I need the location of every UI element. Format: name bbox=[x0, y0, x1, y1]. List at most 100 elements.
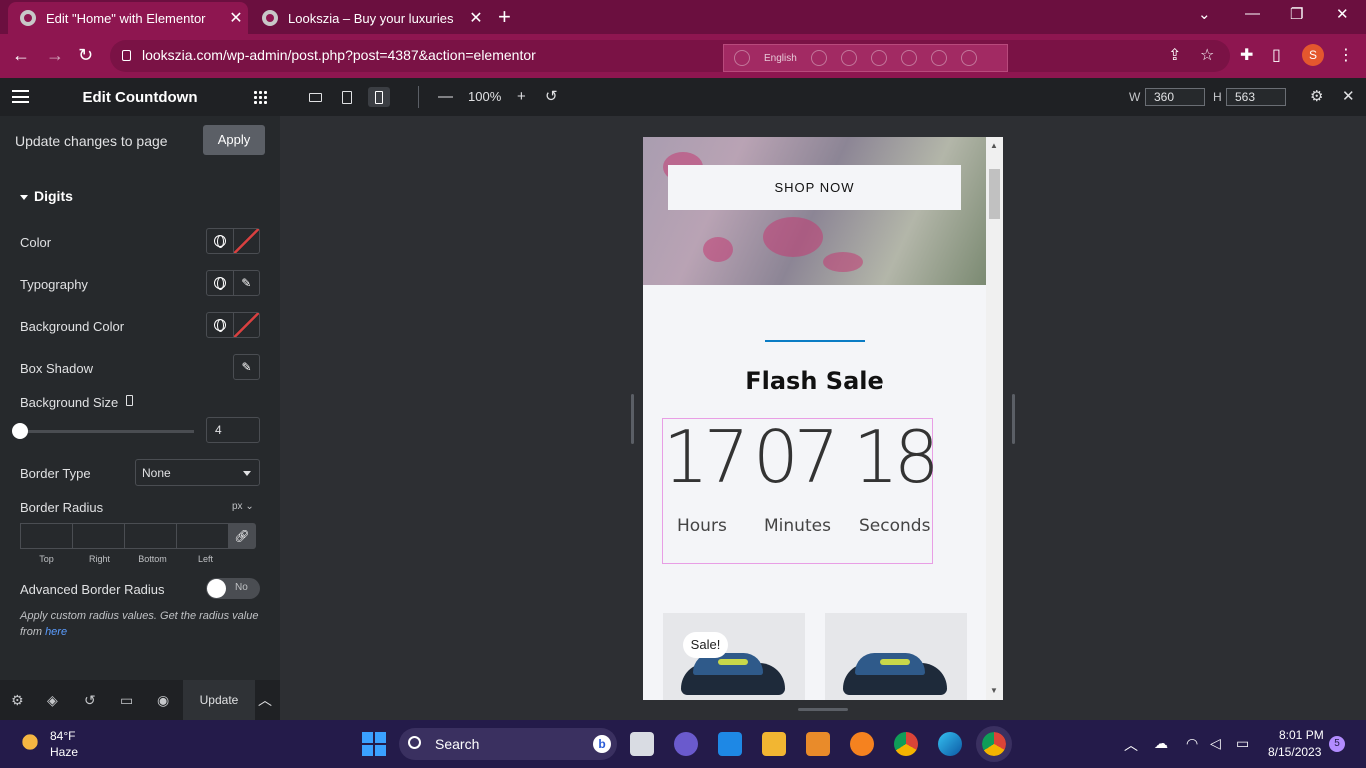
background-size-slider-track[interactable] bbox=[20, 430, 194, 433]
product-card[interactable] bbox=[825, 613, 967, 700]
bottom-resize-handle[interactable] bbox=[798, 708, 848, 711]
tab-edit-home[interactable]: Edit "Home" with Elementor ✕ bbox=[8, 2, 248, 34]
preview-scrollbar-track[interactable] bbox=[986, 137, 1003, 700]
right-resize-handle[interactable] bbox=[1012, 394, 1015, 444]
info-icon[interactable] bbox=[960, 50, 977, 66]
task-view-icon[interactable] bbox=[630, 732, 654, 756]
restore-icon[interactable]: ❐ bbox=[1290, 5, 1303, 23]
reset-zoom-icon[interactable]: ↺ bbox=[545, 88, 558, 106]
settings-gear-icon[interactable]: ⚙ bbox=[11, 692, 24, 708]
bookmark-star-icon[interactable]: ☆ bbox=[1200, 45, 1214, 65]
responsive-mobile-icon[interactable] bbox=[126, 395, 133, 406]
preview-scrollbar-thumb[interactable] bbox=[989, 169, 1000, 219]
language-label[interactable]: English bbox=[764, 53, 797, 64]
teams-meet-icon[interactable] bbox=[674, 732, 698, 756]
scroll-down-icon[interactable]: ▼ bbox=[990, 686, 998, 695]
xampp-icon[interactable] bbox=[850, 732, 874, 756]
product-card[interactable]: Sale! bbox=[663, 613, 805, 700]
background-size-input[interactable]: 4 bbox=[206, 417, 260, 443]
share-icon[interactable]: ⇪ bbox=[1168, 45, 1181, 65]
toolbar-tool-icon[interactable] bbox=[810, 50, 827, 66]
shop-now-button[interactable]: SHOP NOW bbox=[668, 165, 961, 210]
section-digits[interactable]: Digits bbox=[20, 188, 73, 204]
background-size-slider-handle[interactable] bbox=[12, 423, 28, 439]
tab-lookszia[interactable]: Lookszia – Buy your luxuries ✕ bbox=[250, 2, 488, 34]
show-hidden-icons-chevron[interactable]: ︿ bbox=[1124, 735, 1138, 755]
toolbar-tool-icon[interactable] bbox=[840, 50, 857, 66]
windows-start-icon[interactable] bbox=[362, 732, 386, 756]
left-resize-handle[interactable] bbox=[631, 394, 634, 444]
tab-search-chevron-icon[interactable]: ⌄ bbox=[1198, 5, 1211, 23]
extensions-puzzle-icon[interactable]: ✚ bbox=[1240, 45, 1253, 65]
radius-left-input[interactable] bbox=[176, 523, 229, 549]
minimize-icon[interactable]: — bbox=[1245, 5, 1260, 22]
back-icon[interactable]: ← bbox=[12, 44, 30, 66]
taskbar-search[interactable]: Search b bbox=[399, 728, 617, 760]
profile-avatar[interactable]: S bbox=[1302, 44, 1324, 66]
edit-typography-button[interactable]: ✎ bbox=[234, 271, 260, 295]
global-colors-button[interactable] bbox=[207, 313, 234, 337]
advanced-border-radius-toggle[interactable]: No bbox=[206, 578, 260, 599]
battery-icon[interactable]: ▭ bbox=[1236, 735, 1249, 752]
global-typography-button[interactable] bbox=[207, 271, 234, 295]
close-icon[interactable]: ✕ bbox=[1342, 88, 1355, 106]
desktop-device-button[interactable] bbox=[304, 87, 326, 107]
edge-icon[interactable] bbox=[938, 732, 962, 756]
unit-select[interactable]: px ⌄ bbox=[232, 501, 254, 512]
bing-icon[interactable]: b bbox=[593, 735, 611, 753]
chrome-profile-icon[interactable] bbox=[976, 726, 1012, 762]
vscode-icon[interactable] bbox=[718, 732, 742, 756]
notification-badge[interactable]: 5 bbox=[1329, 736, 1345, 752]
weather-description[interactable]: Haze bbox=[50, 745, 78, 759]
close-tab-icon[interactable]: ✕ bbox=[464, 8, 488, 28]
close-window-icon[interactable]: ✕ bbox=[1336, 5, 1349, 23]
chevron-up-icon[interactable]: ︿ bbox=[258, 690, 272, 710]
radius-right-input[interactable] bbox=[72, 523, 125, 549]
url-omnibox[interactable]: lookszia.com/wp-admin/post.php?post=4387… bbox=[110, 40, 1230, 72]
preview-eye-icon[interactable]: ◉ bbox=[157, 692, 169, 708]
countdown-widget[interactable]: 17 07 18 Hours Minutes Seconds bbox=[662, 418, 940, 564]
history-icon[interactable]: ↺ bbox=[84, 692, 96, 708]
settings-gear-icon[interactable] bbox=[870, 50, 887, 66]
widgets-grid-icon[interactable] bbox=[253, 90, 267, 104]
border-type-select[interactable]: None bbox=[135, 459, 260, 486]
update-button[interactable]: Update bbox=[183, 680, 255, 720]
scroll-up-icon[interactable]: ▲ bbox=[990, 141, 998, 150]
forward-icon[interactable]: → bbox=[46, 44, 64, 66]
mobile-device-button[interactable] bbox=[368, 87, 390, 107]
sublime-text-icon[interactable] bbox=[806, 732, 830, 756]
tablet-device-button[interactable] bbox=[336, 87, 358, 107]
chrome-icon[interactable] bbox=[894, 732, 918, 756]
reload-icon[interactable]: ↻ bbox=[78, 44, 93, 66]
weather-sun-icon[interactable] bbox=[18, 730, 42, 754]
help-link[interactable]: here bbox=[45, 626, 67, 638]
language-logo-icon[interactable] bbox=[734, 50, 750, 66]
side-panel-icon[interactable]: ▯ bbox=[1272, 45, 1281, 65]
global-colors-button[interactable] bbox=[207, 229, 234, 253]
file-explorer-icon[interactable] bbox=[762, 732, 786, 756]
height-input[interactable]: 563 bbox=[1226, 88, 1286, 106]
zoom-out-icon[interactable]: — bbox=[438, 88, 453, 106]
responsive-mode-icon[interactable]: ▭ bbox=[120, 692, 133, 708]
background-color-swatch[interactable] bbox=[233, 313, 259, 337]
close-tab-icon[interactable]: ✕ bbox=[224, 8, 248, 28]
chrome-menu-icon[interactable]: ⋮ bbox=[1338, 45, 1354, 65]
color-picker-swatch[interactable] bbox=[233, 229, 259, 253]
weather-temperature[interactable]: 84°F bbox=[50, 729, 75, 743]
new-tab-icon[interactable]: + bbox=[498, 5, 511, 29]
radius-bottom-input[interactable] bbox=[124, 523, 177, 549]
apply-button[interactable]: Apply bbox=[203, 125, 265, 155]
volume-icon[interactable]: ◁ bbox=[1210, 735, 1221, 752]
link-values-button[interactable]: 🔗︎ bbox=[228, 523, 256, 549]
width-input[interactable]: 360 bbox=[1145, 88, 1205, 106]
onedrive-icon[interactable]: ☁ bbox=[1154, 735, 1168, 752]
edit-pen-icon[interactable] bbox=[900, 50, 917, 66]
clock-time[interactable]: 8:01 PM bbox=[1279, 728, 1324, 742]
wifi-icon[interactable]: ◠ bbox=[1186, 735, 1198, 752]
settings-gear-icon[interactable]: ⚙ bbox=[1310, 88, 1323, 106]
radius-top-input[interactable] bbox=[20, 523, 73, 549]
edit-box-shadow-button[interactable]: ✎ bbox=[233, 354, 260, 380]
navigator-layers-icon[interactable]: ◈ bbox=[47, 692, 58, 708]
help-icon[interactable] bbox=[930, 50, 947, 66]
clock-date[interactable]: 8/15/2023 bbox=[1268, 745, 1321, 759]
